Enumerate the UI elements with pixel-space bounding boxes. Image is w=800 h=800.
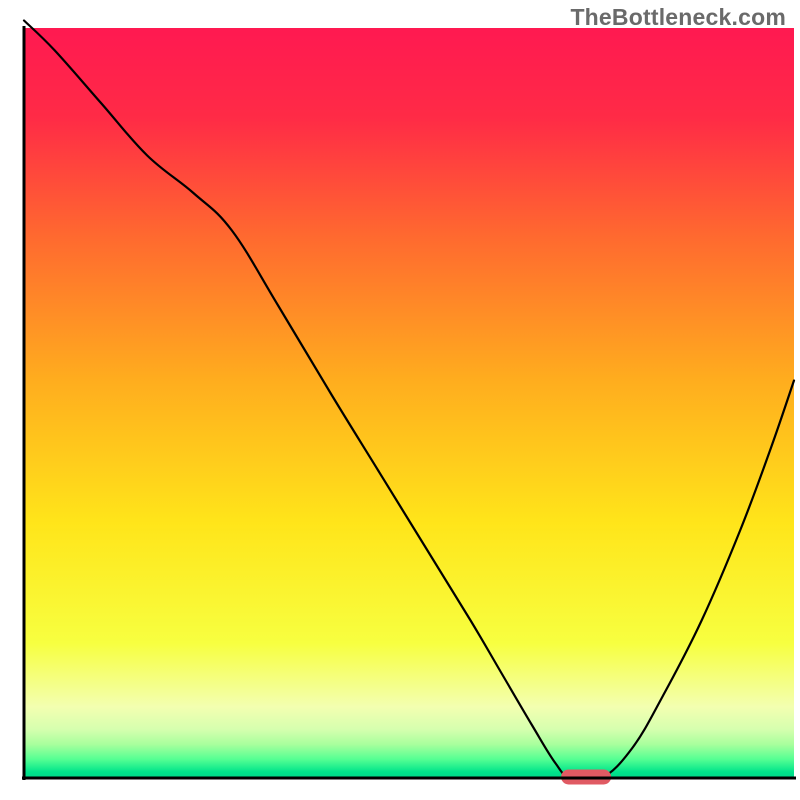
bottleneck-chart: TheBottleneck.com: [0, 0, 800, 800]
watermark-text: TheBottleneck.com: [570, 4, 786, 31]
chart-canvas: [0, 0, 800, 800]
